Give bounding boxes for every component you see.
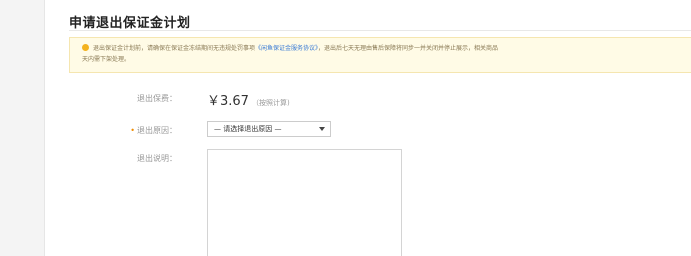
amount-note: （按照计算) [251,99,290,107]
explain-label: 退出说明： [137,154,177,163]
explain-textarea[interactable] [207,149,402,256]
notice-text-line2: 天内需下架处理。 [82,56,131,63]
required-star: • [130,126,135,135]
notice-line-1: 退出保证金计划前，请确保在保证金冻结期间无违规处罚事项《闲鱼保证金服务协议》，退… [82,43,686,54]
notice-text: 退出保证金计划前，请确保在保证金冻结期间无违规处罚事项 [93,45,256,52]
notice-text-rest: ，退出后七天无理由售后保障将同步一并关闭并停止展示，相关商品 [318,45,499,52]
amount-display: ￥3.67 （按照计算) [207,90,290,109]
reason-label-row: • 退出原因： [45,125,177,136]
notice-banner: 退出保证金计划前，请确保在保证金冻结期间无违规处罚事项《闲鱼保证金服务协议》，退… [69,37,691,73]
reason-select-value: — 请选择退出原因 — [214,125,282,133]
amount-label: 退出保费： [137,94,177,103]
agreement-link[interactable]: 《闲鱼保证金服务协议》 [255,45,318,52]
main-panel: 申请退出保证金计划 退出保证金计划前，请确保在保证金冻结期间无违规处罚事项《闲鱼… [44,0,691,256]
page-title: 申请退出保证金计划 [69,16,191,31]
title-divider [69,30,691,31]
amount-value: ￥3.67 [207,94,249,109]
notice-line-2: 天内需下架处理。 [82,54,686,65]
reason-label: 退出原因： [137,126,177,135]
chevron-down-icon [319,127,325,131]
warning-icon [82,44,89,51]
reason-select[interactable]: — 请选择退出原因 — [207,121,331,137]
